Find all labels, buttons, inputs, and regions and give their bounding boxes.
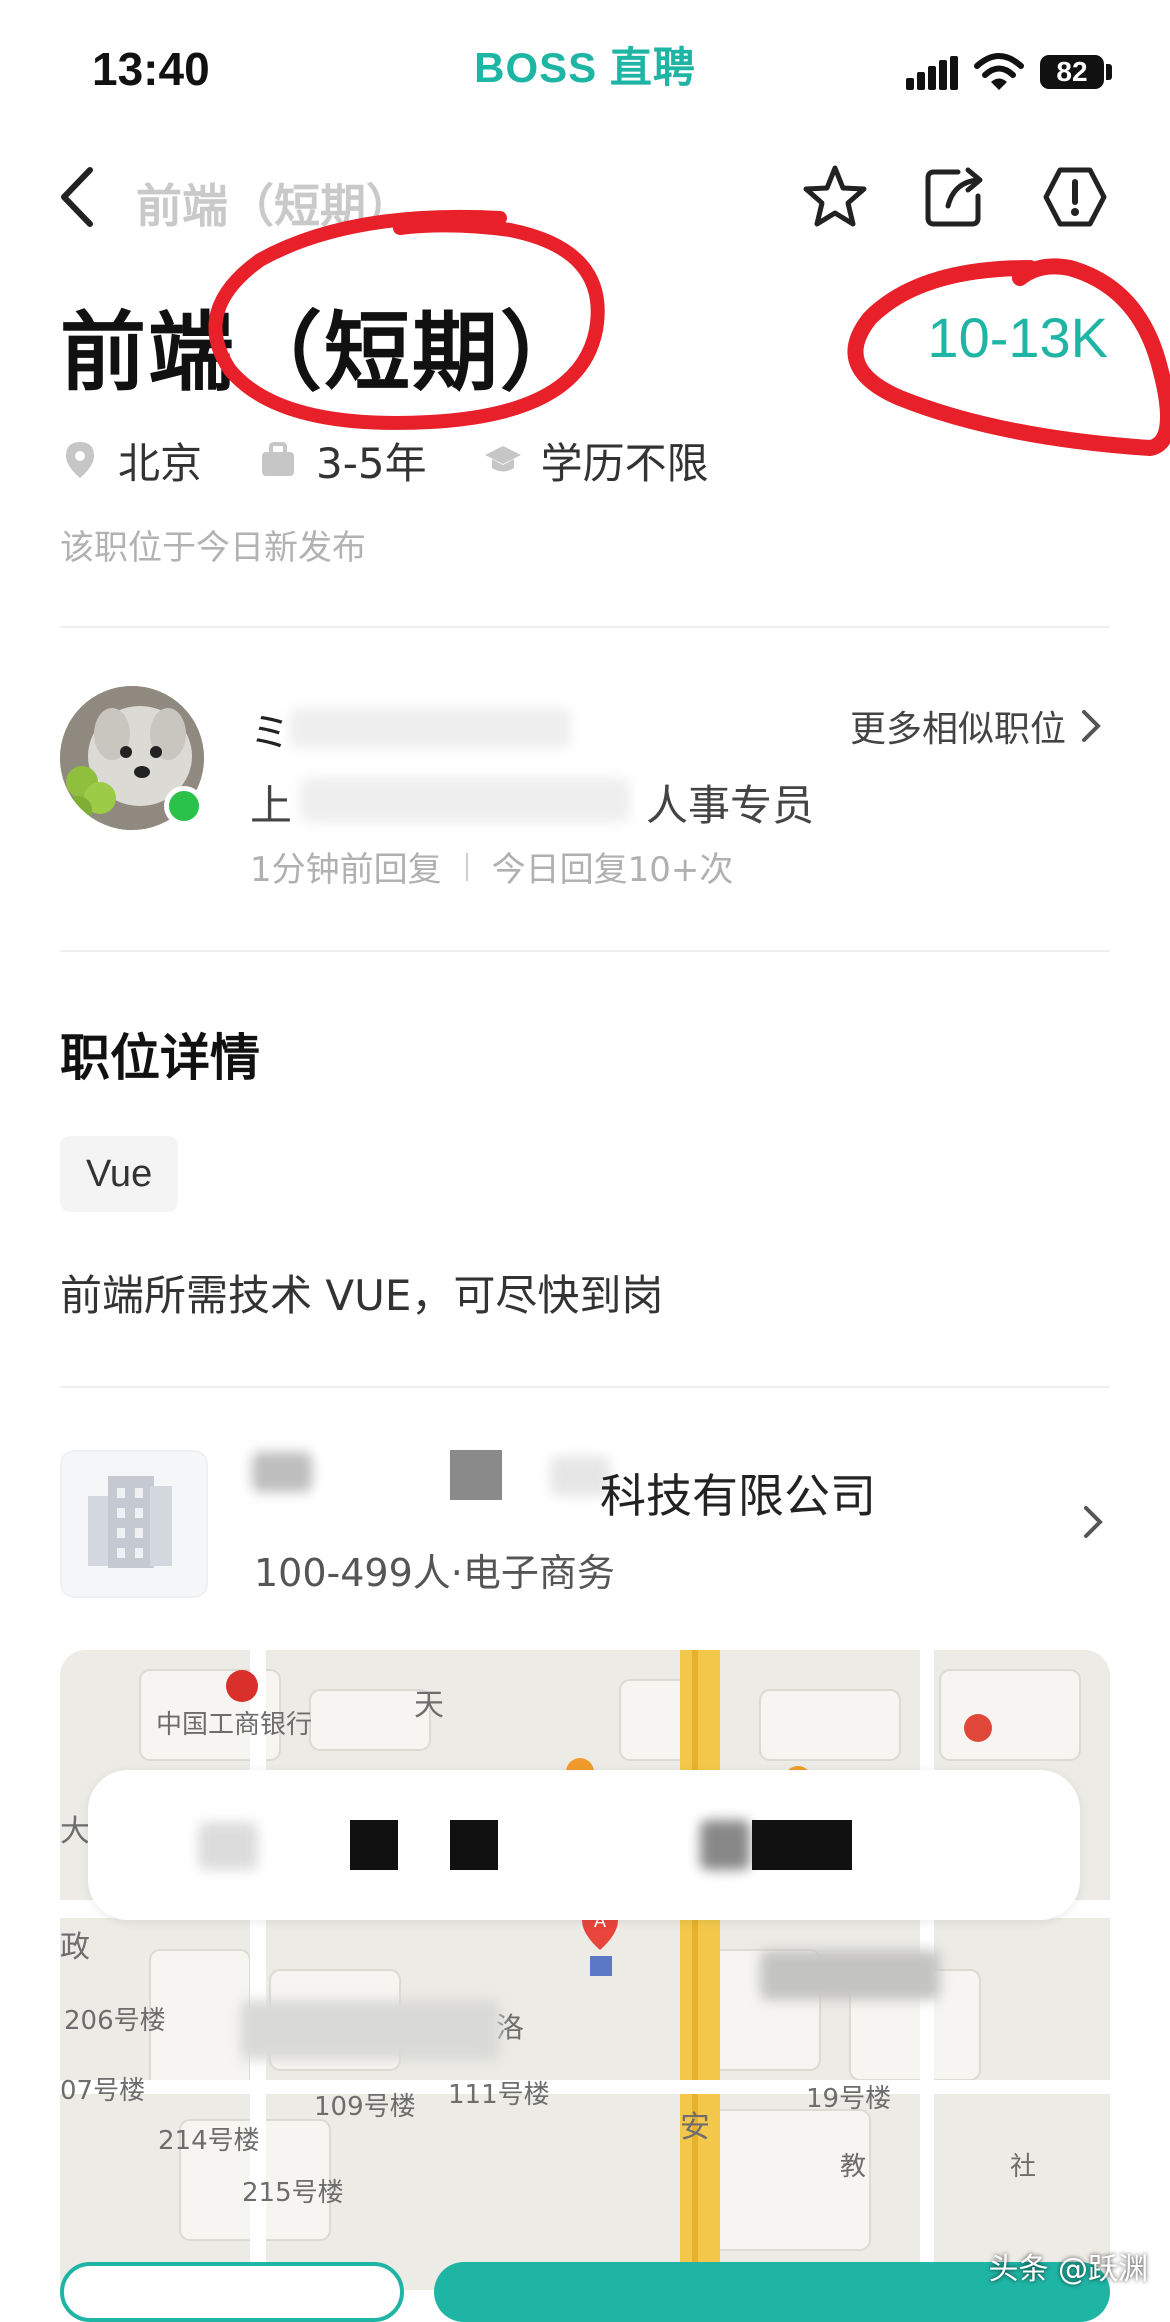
redacted-block	[760, 1950, 940, 2000]
map-label: 大	[60, 1814, 90, 1849]
recruiter-name: ミ	[250, 710, 290, 756]
more-similar-jobs-link[interactable]: 更多相似职位	[850, 700, 1106, 752]
building-icon	[88, 1476, 172, 1568]
job-location: 北京	[60, 430, 202, 491]
map-label: 19号楼	[806, 2084, 892, 2114]
cellular-signal-icon	[906, 56, 958, 90]
secondary-action-button[interactable]	[60, 2262, 404, 2322]
briefcase-icon	[262, 442, 295, 476]
redacted-block	[700, 1820, 750, 1870]
recruiter-role: 人事专员	[646, 781, 815, 830]
job-meta-row: 北京 3-5年 学历不限	[60, 432, 765, 488]
map-label: 109号楼	[314, 2092, 416, 2122]
map-label: 111号楼	[448, 2080, 550, 2110]
divider	[60, 626, 1110, 628]
map-label: 07号楼	[60, 2076, 146, 2106]
battery-indicator: 82	[1040, 55, 1104, 89]
battery-tip	[1106, 64, 1112, 80]
divider	[60, 1386, 1110, 1388]
redacted-block	[350, 1820, 398, 1870]
section-title-job-details: 职位详情	[60, 1029, 260, 1087]
redacted-block	[252, 1452, 312, 1492]
redacted-company	[300, 778, 630, 822]
redacted-block	[450, 1820, 498, 1870]
divider	[60, 950, 1110, 952]
job-description: 前端所需技术 VUE，可尽快到岗	[60, 1271, 664, 1320]
map-label: 安	[680, 2110, 710, 2145]
nav-title: 前端（短期）	[136, 179, 412, 233]
map-label: 214号楼	[158, 2126, 260, 2156]
skill-tag: Vue	[60, 1136, 179, 1212]
map-label: 中国工商银行	[156, 1710, 313, 1740]
redacted-block	[198, 1822, 258, 1870]
separator	[465, 852, 468, 881]
back-icon[interactable]	[44, 162, 114, 232]
share-icon[interactable]	[920, 162, 990, 232]
company-logo[interactable]	[60, 1450, 208, 1598]
report-icon[interactable]	[1040, 162, 1110, 232]
company-name[interactable]: 科技有限公司	[600, 1460, 876, 1526]
watermark: 头条 @跃渊	[988, 2252, 1148, 2287]
salary: 10-13K	[927, 306, 1108, 369]
redacted-block	[450, 1450, 502, 1500]
company-location-map[interactable]: A 中国工商银行 天 大 政 206号楼 07号楼 109号楼 111号楼 21…	[60, 1650, 1110, 2290]
published-note: 该职位于今日新发布	[60, 528, 366, 568]
location-pin-icon	[66, 442, 94, 478]
star-icon[interactable]	[800, 162, 870, 232]
map-label: 天	[414, 1688, 444, 1723]
map-label: 洛	[496, 2011, 525, 2044]
chevron-right-icon[interactable]	[1078, 1500, 1108, 1544]
recruiter-company-prefix: 上	[250, 781, 293, 830]
map-label: 215号楼	[242, 2178, 344, 2208]
reply-info: 1分钟前回复 今日回复10+次	[250, 850, 734, 890]
redacted-block	[240, 2000, 500, 2060]
map-label: 政	[60, 1930, 90, 1965]
map-address-card[interactable]	[88, 1770, 1080, 1920]
chevron-right-icon	[1082, 710, 1101, 742]
job-education: 学历不限	[483, 430, 709, 491]
job-title: 前端（短期）	[60, 303, 588, 403]
map-roads: A	[60, 1650, 1110, 2290]
map-label: 206号楼	[64, 2006, 166, 2036]
online-status-dot	[164, 786, 204, 826]
map-label: 社	[1010, 2152, 1037, 2182]
wifi-icon	[974, 53, 1024, 90]
company-meta: 100-499人·电子商务	[254, 1551, 615, 1595]
redacted-name	[290, 708, 570, 748]
job-experience: 3-5年	[258, 430, 427, 491]
graduation-cap-icon	[484, 446, 521, 472]
redacted-block	[752, 1820, 852, 1870]
map-label: 教	[840, 2152, 867, 2182]
